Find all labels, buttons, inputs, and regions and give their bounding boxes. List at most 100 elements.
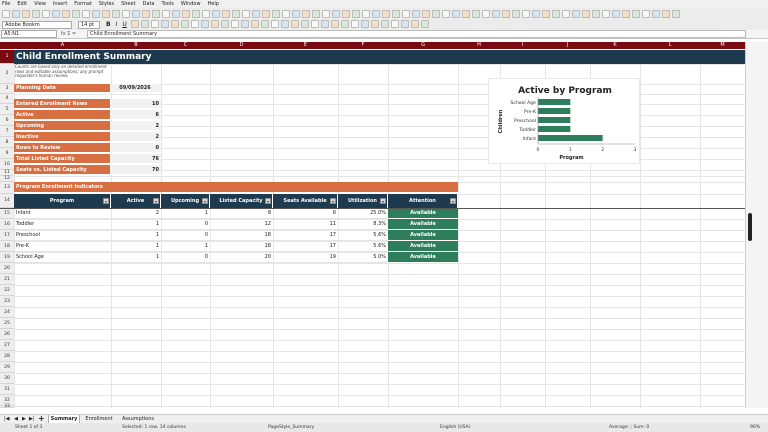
menu-window[interactable]: Window bbox=[181, 1, 201, 7]
toolbar-icon[interactable] bbox=[442, 9, 450, 18]
toolbar-icon[interactable] bbox=[602, 9, 610, 18]
table-cell[interactable]: 1 bbox=[111, 230, 161, 241]
menu-styles[interactable]: Styles bbox=[99, 1, 114, 7]
toolbar-icon[interactable] bbox=[62, 9, 70, 18]
toolbar-icon[interactable] bbox=[170, 19, 179, 28]
toolbar-icon[interactable] bbox=[280, 19, 289, 28]
table-cell[interactable]: 18 bbox=[210, 241, 273, 252]
row-header-29[interactable]: 29 bbox=[0, 362, 14, 373]
toolbar-icon[interactable] bbox=[220, 19, 229, 28]
table-cell[interactable]: Toddler bbox=[14, 219, 111, 230]
toolbar-icon[interactable] bbox=[532, 9, 540, 18]
toolbar-icon[interactable] bbox=[270, 19, 279, 28]
bold-button[interactable]: B bbox=[106, 21, 111, 28]
toolbar-icon[interactable] bbox=[422, 9, 430, 18]
active-by-program-chart[interactable]: Active by Program School Age Pre-K Preschoo… bbox=[488, 78, 640, 164]
menu-view[interactable]: View bbox=[34, 1, 46, 7]
toolbar-icon[interactable] bbox=[632, 9, 640, 18]
toolbar-icon[interactable] bbox=[642, 9, 650, 18]
font-name-select[interactable]: Adobe Bookm bbox=[2, 20, 72, 29]
toolbar-icon[interactable] bbox=[322, 9, 330, 18]
toolbar-icon[interactable] bbox=[572, 9, 580, 18]
row-header-18[interactable]: 18 bbox=[0, 241, 14, 252]
column-header-l[interactable]: L bbox=[640, 42, 700, 49]
underline-button[interactable]: U bbox=[122, 21, 126, 28]
table-cell[interactable]: 1 bbox=[111, 219, 161, 230]
italic-button[interactable]: I bbox=[116, 21, 118, 28]
toolbar-icon[interactable] bbox=[402, 9, 410, 18]
toolbar-icon[interactable] bbox=[432, 9, 440, 18]
row-header-28[interactable]: 28 bbox=[0, 351, 14, 362]
font-size-select[interactable]: 14 pt bbox=[78, 20, 100, 29]
toolbar-icon[interactable] bbox=[172, 9, 180, 18]
toolbar-icon[interactable] bbox=[362, 9, 370, 18]
toolbar-icon[interactable] bbox=[52, 9, 60, 18]
toolbar-icon[interactable] bbox=[352, 9, 360, 18]
toolbar-icon[interactable] bbox=[290, 19, 299, 28]
toolbar-icon[interactable] bbox=[462, 9, 470, 18]
toolbar-icon[interactable] bbox=[240, 19, 249, 28]
toolbar-icon[interactable] bbox=[382, 9, 390, 18]
toolbar-icon[interactable] bbox=[142, 9, 150, 18]
table-header-seats-available[interactable]: Seats Available ▾ bbox=[273, 194, 338, 208]
toolbar-icon[interactable] bbox=[512, 9, 520, 18]
toolbar-icon[interactable] bbox=[400, 19, 409, 28]
filter-dropdown-icon[interactable]: ▾ bbox=[103, 198, 109, 204]
toolbar-icon[interactable] bbox=[372, 9, 380, 18]
toolbar-icon[interactable] bbox=[562, 9, 570, 18]
toolbar-icon[interactable] bbox=[200, 19, 209, 28]
name-box[interactable]: A5:N1 bbox=[1, 30, 57, 38]
menu-data[interactable]: Data bbox=[143, 1, 155, 7]
toolbar-icon[interactable] bbox=[72, 9, 80, 18]
function-wizard-icon[interactable]: fx Σ = bbox=[57, 31, 87, 37]
filter-dropdown-icon[interactable]: ▾ bbox=[380, 198, 386, 204]
table-cell[interactable]: School Age bbox=[14, 252, 111, 263]
toolbar-icon[interactable] bbox=[622, 9, 630, 18]
table-cell[interactable]: 0 bbox=[161, 252, 210, 263]
scrollbar-thumb[interactable] bbox=[748, 213, 752, 241]
column-header-a[interactable]: A bbox=[14, 42, 111, 49]
row-header-3[interactable]: 3 bbox=[0, 84, 14, 94]
toolbar-icon[interactable] bbox=[192, 9, 200, 18]
row-header-14[interactable]: 14 bbox=[0, 194, 14, 208]
table-cell[interactable]: Pre-K bbox=[14, 241, 111, 252]
toolbar-icon[interactable] bbox=[342, 9, 350, 18]
toolbar-icon[interactable] bbox=[230, 19, 239, 28]
toolbar-icon[interactable] bbox=[672, 9, 680, 18]
row-header-2[interactable]: 2 bbox=[0, 64, 14, 84]
column-header-g[interactable]: G bbox=[388, 42, 458, 49]
toolbar-icon[interactable] bbox=[332, 9, 340, 18]
row-header-19[interactable]: 19 bbox=[0, 252, 14, 263]
toolbar-icon[interactable] bbox=[12, 9, 20, 18]
table-cell[interactable]: 8.3% bbox=[338, 219, 388, 230]
toolbar-icon[interactable] bbox=[250, 19, 259, 28]
table-cell[interactable]: Infant bbox=[14, 208, 111, 219]
table-cell[interactable]: 20 bbox=[210, 252, 273, 263]
toolbar-icon[interactable] bbox=[492, 9, 500, 18]
toolbar-icon[interactable] bbox=[162, 9, 170, 18]
column-header-m[interactable]: M bbox=[700, 42, 745, 49]
toolbar-icon[interactable] bbox=[662, 9, 670, 18]
toolbar-icon[interactable] bbox=[262, 9, 270, 18]
toolbar-icon[interactable] bbox=[472, 9, 480, 18]
toolbar-icon[interactable] bbox=[260, 19, 269, 28]
table-header-program[interactable]: Program ▾ bbox=[14, 194, 111, 208]
toolbar-icon[interactable] bbox=[202, 9, 210, 18]
table-cell[interactable]: 5.0% bbox=[338, 252, 388, 263]
table-cell[interactable]: 0 bbox=[161, 219, 210, 230]
toolbar-icon[interactable] bbox=[180, 19, 189, 28]
menu-sheet[interactable]: Sheet bbox=[121, 1, 135, 7]
toolbar-icon[interactable] bbox=[312, 9, 320, 18]
table-header-active[interactable]: Active ▾ bbox=[111, 194, 161, 208]
toolbar-icon[interactable] bbox=[360, 19, 369, 28]
toolbar-icon[interactable] bbox=[612, 9, 620, 18]
toolbar-icon[interactable] bbox=[320, 19, 329, 28]
row-header-9[interactable]: 9 bbox=[0, 148, 14, 159]
table-header-upcoming[interactable]: Upcoming ▾ bbox=[161, 194, 210, 208]
column-header-h[interactable]: H bbox=[458, 42, 500, 49]
row-header-5[interactable]: 5 bbox=[0, 104, 14, 115]
menu-edit[interactable]: Edit bbox=[17, 1, 27, 7]
toolbar-icon[interactable] bbox=[252, 9, 260, 18]
toolbar-icon[interactable] bbox=[412, 9, 420, 18]
table-cell[interactable]: 17 bbox=[273, 230, 338, 241]
